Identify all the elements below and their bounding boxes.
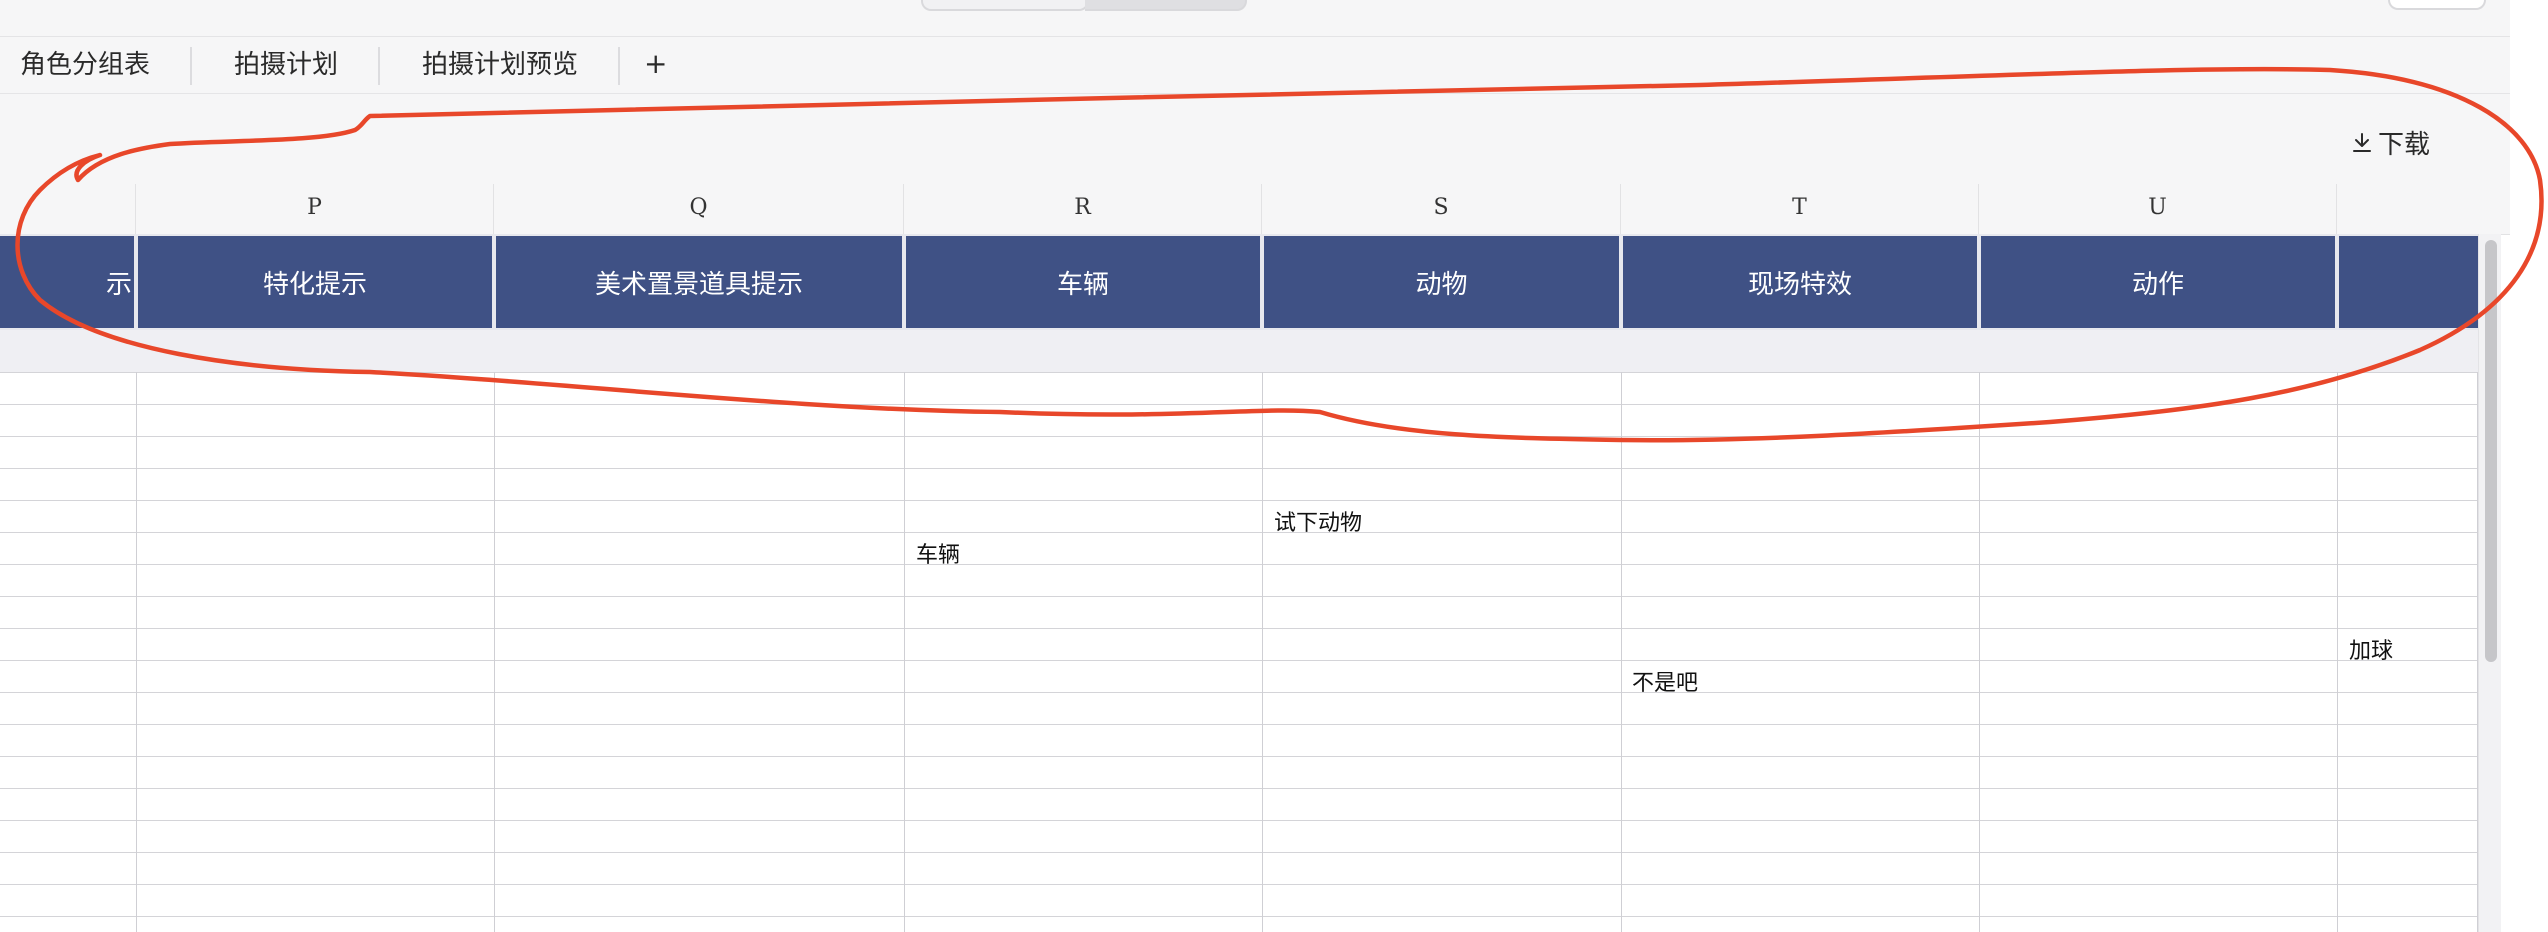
column-letter-q[interactable]: Q	[494, 184, 904, 234]
column-letter-s[interactable]: S	[1262, 184, 1621, 234]
column-letter-o[interactable]	[0, 184, 136, 234]
grid-row-line	[0, 916, 2478, 917]
download-button[interactable]: 下载	[2350, 124, 2430, 161]
grid-column-line	[2337, 372, 2338, 932]
scrollbar-thumb[interactable]	[2485, 240, 2497, 662]
header-cell-action[interactable]: 动作	[1981, 236, 2335, 328]
column-letter-v[interactable]	[2337, 184, 2478, 234]
column-letter-r[interactable]: R	[904, 184, 1262, 234]
grid-row-line	[0, 852, 2478, 853]
column-letter-p[interactable]: P	[136, 184, 494, 234]
data-grid: 试下动物 车辆 加球 不是吧	[0, 372, 2478, 932]
grid-row-line	[0, 372, 2478, 373]
sheet-tabs: 角色分组表 拍摄计划 拍摄计划预览 +	[0, 37, 2548, 94]
grid-column-line	[1979, 372, 1980, 932]
grid-row-line	[0, 564, 2478, 565]
header-cell-art-props-hints[interactable]: 美术置景道具提示	[496, 236, 902, 328]
grid-row-line	[0, 468, 2478, 469]
grid-column-line	[904, 372, 905, 932]
column-letter-u[interactable]: U	[1979, 184, 2337, 234]
grid-column-line	[1262, 372, 1263, 932]
grid-row-line	[0, 820, 2478, 821]
column-letter-row: P Q R S T U	[0, 184, 2548, 235]
header-cell-partial[interactable]: 示	[0, 236, 134, 328]
header-cell-animals[interactable]: 动物	[1264, 236, 1619, 328]
grid-row-line	[0, 884, 2478, 885]
grid-row-line	[0, 500, 2478, 501]
download-icon	[2350, 131, 2374, 155]
sheet-toolbar: 下载	[0, 94, 2548, 184]
grid-column-line	[136, 372, 137, 932]
grid-row-line	[0, 532, 2478, 533]
view-toggle-left[interactable]	[921, 0, 1089, 11]
column-letter-t[interactable]: T	[1621, 184, 1979, 234]
right-margin	[2510, 0, 2548, 932]
header-sub-row	[0, 330, 2478, 373]
grid-row-line	[0, 724, 2478, 725]
header-cell-onsite-effects[interactable]: 现场特效	[1623, 236, 1977, 328]
grid-row-line	[0, 436, 2478, 437]
view-toggle-right[interactable]	[1085, 0, 1247, 11]
grid-column-line	[494, 372, 495, 932]
header-cell-special-hints[interactable]: 特化提示	[138, 236, 492, 328]
grid-row-line	[0, 788, 2478, 789]
grid-row-line	[0, 596, 2478, 597]
header-cell-vehicles[interactable]: 车辆	[906, 236, 1260, 328]
grid-row-line	[0, 660, 2478, 661]
header-cell-next[interactable]	[2339, 236, 2478, 328]
top-bar	[0, 0, 2548, 37]
top-right-button[interactable]	[2388, 0, 2486, 10]
header-row: 示 特化提示 美术置景道具提示 车辆 动物 现场特效 动作	[0, 234, 2478, 330]
tab-divider	[378, 47, 380, 85]
grid-row-line	[0, 692, 2478, 693]
tab-divider	[190, 47, 192, 85]
add-tab-button[interactable]: +	[644, 37, 667, 93]
download-label: 下载	[2378, 130, 2431, 160]
grid-column-line	[1621, 372, 1622, 932]
grid-row-line	[0, 756, 2478, 757]
tab-role-groups[interactable]: 角色分组表	[20, 37, 150, 93]
tab-shooting-plan-preview[interactable]: 拍摄计划预览	[422, 37, 578, 93]
tab-shooting-plan[interactable]: 拍摄计划	[234, 37, 338, 93]
grid-row-line	[0, 404, 2478, 405]
grid-row-line	[0, 628, 2478, 629]
tab-divider	[618, 47, 620, 85]
